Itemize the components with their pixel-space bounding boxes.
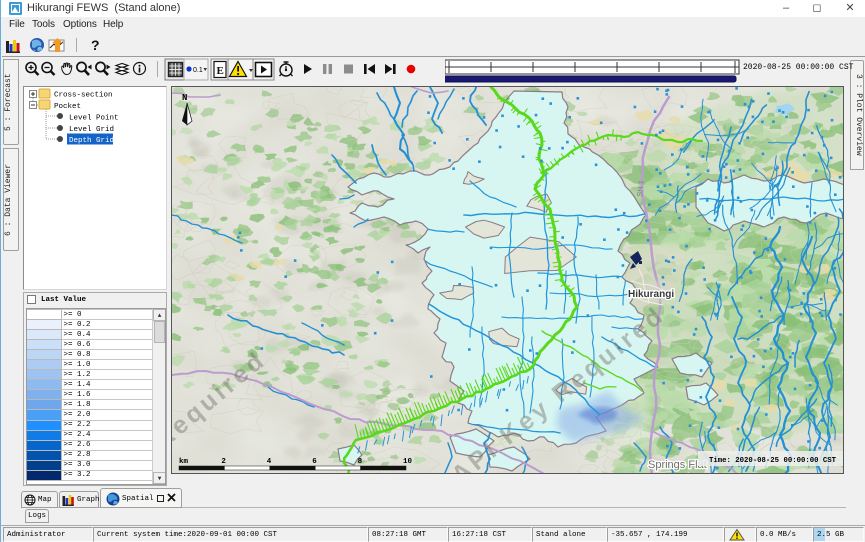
svg-text:Level Point: Level Point — [69, 115, 119, 123]
svg-text:8: 8 — [358, 458, 363, 466]
svg-text:E: E — [217, 65, 224, 77]
svg-text:0.1: 0.1 — [193, 67, 203, 74]
svg-text:Hikurangi: Hikurangi — [628, 289, 674, 300]
svg-text:Time: 2020-08-25 00:00:00 CST: Time: 2020-08-25 00:00:00 CST — [709, 457, 837, 465]
svg-text:10: 10 — [403, 458, 413, 466]
svg-text:SH 1: SH 1 — [635, 180, 645, 197]
svg-text:?: ? — [91, 37, 100, 53]
svg-text:Cross-section: Cross-section — [54, 92, 113, 100]
svg-text:Depth Grid: Depth Grid — [69, 137, 114, 145]
svg-text:km: km — [179, 458, 189, 466]
svg-text:Level Grid: Level Grid — [69, 126, 114, 134]
svg-text:Springs Flat: Springs Flat — [648, 459, 707, 471]
svg-text:4: 4 — [267, 458, 272, 466]
svg-text:Pocket: Pocket — [54, 103, 81, 111]
svg-text:6: 6 — [312, 458, 317, 466]
svg-text:N: N — [182, 93, 187, 103]
svg-text:2: 2 — [221, 458, 226, 466]
